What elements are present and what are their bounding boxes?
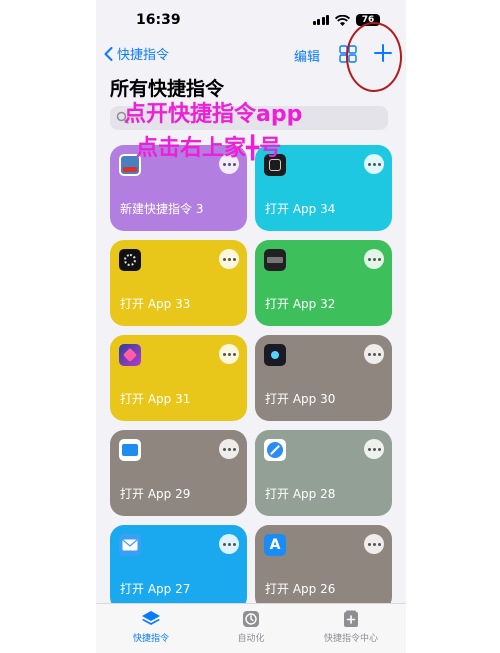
envelope-icon	[122, 539, 138, 551]
chevron-left-icon	[104, 46, 113, 61]
phone-screen: 16:39 76 快捷指令 编辑 所有快捷指令 新建快捷指令 3 打开 App …	[96, 0, 406, 653]
tab-automation[interactable]: 自动化	[206, 610, 296, 644]
tile-label: 打开 App 31	[120, 392, 191, 406]
more-options-icon[interactable]	[364, 439, 384, 459]
more-options-icon[interactable]	[219, 249, 239, 269]
shortcut-tile[interactable]: 打开 App 28	[255, 430, 392, 516]
app-store-icon: A	[264, 534, 286, 556]
shortcut-tile[interactable]: 打开 App 29	[110, 430, 247, 516]
annotation-line-2: 点击右上家╋号	[136, 136, 282, 161]
tab-label: 自动化	[237, 634, 265, 644]
automation-clock-icon	[243, 611, 259, 627]
more-options-icon[interactable]	[219, 439, 239, 459]
shortcut-tile[interactable]: 打开 App 30	[255, 335, 392, 421]
tile-label: 新建快捷指令 3	[120, 202, 204, 216]
watch-app-icon	[119, 249, 141, 271]
tile-label: 打开 App 34	[265, 202, 336, 216]
tile-label: 打开 App 26	[265, 582, 336, 596]
tab-gallery[interactable]: 快捷指令中心	[306, 610, 396, 644]
more-options-icon[interactable]	[219, 534, 239, 554]
tile-label: 打开 App 28	[265, 487, 336, 501]
shortcut-tile[interactable]: A 打开 App 26	[255, 525, 392, 611]
edit-button[interactable]: 编辑	[294, 46, 320, 65]
shortcut-tile[interactable]: 打开 App 33	[110, 240, 247, 326]
signal-icon	[312, 15, 329, 25]
more-options-icon[interactable]	[219, 344, 239, 364]
files-app-icon	[119, 439, 141, 461]
tile-label: 打开 App 27	[120, 582, 191, 596]
tile-label: 打开 App 30	[265, 392, 336, 406]
shortcut-tile[interactable]: 打开 App 27	[110, 525, 247, 611]
more-options-icon[interactable]	[364, 534, 384, 554]
wifi-icon	[335, 14, 350, 26]
shortcuts-layers-icon	[142, 611, 160, 625]
shortcut-tile[interactable]: 打开 App 31	[110, 335, 247, 421]
shortcuts-app-icon	[119, 344, 141, 366]
safari-icon	[264, 439, 286, 461]
dark-app-icon	[264, 249, 286, 271]
tab-label: 快捷指令中心	[323, 634, 378, 644]
mail-icon	[119, 534, 141, 556]
status-time: 16:39	[136, 12, 181, 28]
space-app-icon	[264, 344, 286, 366]
back-label: 快捷指令	[117, 48, 170, 63]
tile-label: 打开 App 32	[265, 297, 336, 311]
back-button[interactable]: 快捷指令	[104, 44, 169, 63]
tab-shortcuts[interactable]: 快捷指令	[106, 610, 196, 644]
shortcut-tile[interactable]: 打开 App 32	[255, 240, 392, 326]
tab-bar: 快捷指令 自动化 快捷指令中心	[96, 603, 406, 653]
annotation-line-1: 点开快捷指令app	[124, 102, 303, 127]
tile-label: 打开 App 33	[120, 297, 191, 311]
tile-label: 打开 App 29	[120, 487, 191, 501]
more-options-icon[interactable]	[364, 249, 384, 269]
gallery-icon	[344, 610, 358, 627]
more-options-icon[interactable]	[364, 154, 384, 174]
more-options-icon[interactable]	[364, 344, 384, 364]
red-circle-annotation	[346, 22, 402, 92]
tab-label: 快捷指令	[132, 634, 169, 644]
